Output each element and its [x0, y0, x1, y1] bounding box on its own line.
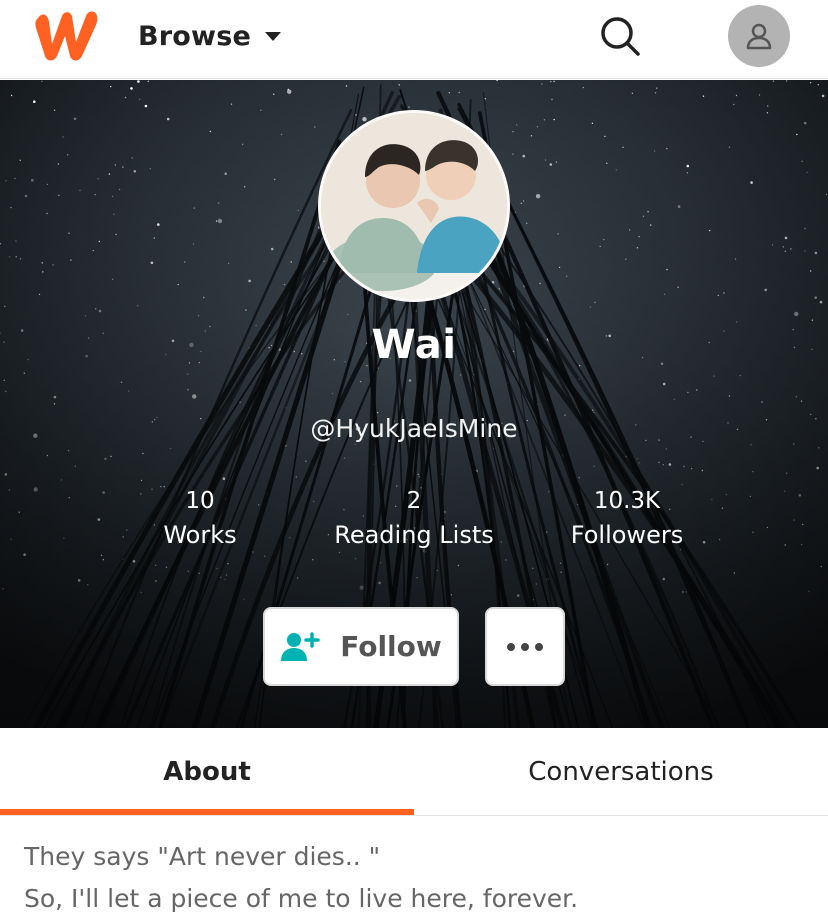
- tab-about[interactable]: About: [0, 728, 414, 816]
- stat-label: Followers: [570, 521, 684, 549]
- browse-menu[interactable]: Browse: [138, 16, 281, 56]
- caret-down-icon: [264, 31, 281, 41]
- profile-display-name: Wai: [371, 322, 457, 368]
- profile-avatar[interactable]: [318, 110, 510, 302]
- about-line: So, I'll let a piece of me to live here,…: [24, 884, 579, 913]
- stat-label: Works: [163, 521, 237, 549]
- more-dots-icon-dot: [535, 642, 543, 651]
- profile-handle: @HyukJaeIsMine: [310, 414, 518, 443]
- stat-value: 10: [185, 488, 215, 514]
- stat-value: 10.3K: [593, 488, 661, 514]
- search-icon: [601, 17, 640, 56]
- about-line: They says "Art never dies.. ": [24, 842, 381, 871]
- account-avatar-button[interactable]: [728, 5, 790, 67]
- tab-conversations[interactable]: Conversations: [414, 728, 828, 816]
- follow-label: Follow: [340, 630, 442, 663]
- profile-header: Wai @HyukJaeIsMine 10 Works 2 Reading Li…: [0, 80, 828, 728]
- tab-label: Conversations: [528, 757, 714, 787]
- follow-button[interactable]: Follow: [263, 607, 459, 686]
- active-tab-indicator: [0, 809, 414, 815]
- stat-label: Reading Lists: [334, 521, 494, 549]
- stat-followers[interactable]: 10.3K Followers: [527, 484, 727, 552]
- tab-label: About: [163, 757, 251, 787]
- add-user-icon: [281, 631, 320, 661]
- stat-value: 2: [406, 488, 422, 514]
- profile-stats: 10 Works 2 Reading Lists 10.3K Followers: [0, 484, 828, 554]
- more-dots-icon: [507, 642, 515, 651]
- browse-label: Browse: [138, 20, 251, 52]
- stat-reading-lists[interactable]: 2 Reading Lists: [314, 484, 514, 552]
- profile-photo: [321, 113, 507, 299]
- about-description: They says "Art never dies.. " So, I'll l…: [24, 836, 814, 920]
- user-avatar-icon: [746, 23, 772, 50]
- more-dots-icon-dot: [521, 642, 529, 651]
- more-options-button[interactable]: [485, 607, 565, 686]
- profile-tabs: About Conversations: [0, 728, 828, 816]
- top-navigation-bar: Browse: [0, 0, 828, 79]
- wattpad-logo-icon[interactable]: [30, 6, 104, 64]
- stat-works[interactable]: 10 Works: [100, 484, 300, 552]
- search-button[interactable]: [596, 12, 644, 60]
